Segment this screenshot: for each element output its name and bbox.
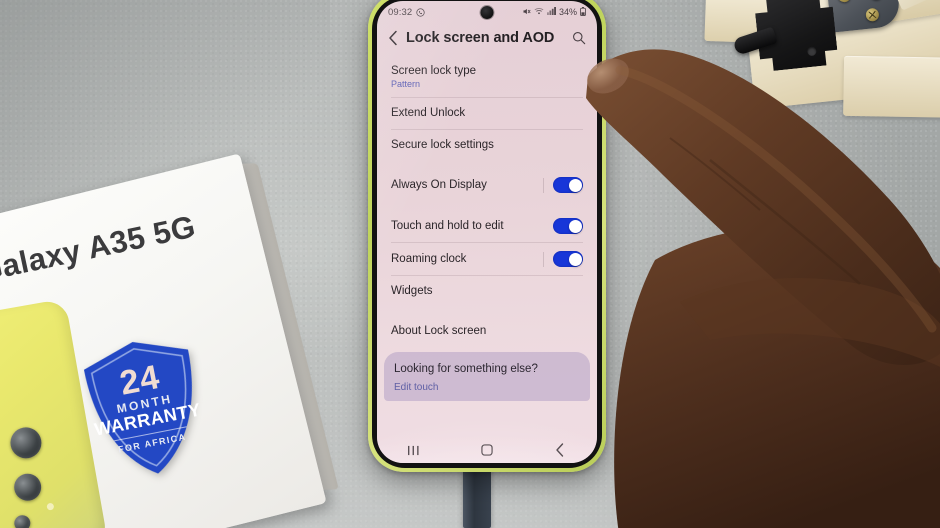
toggle-separator [543,177,544,193]
page-title: Lock screen and AOD [406,30,555,46]
setting-label: Secure lock settings [391,138,494,151]
row-text: About Lock screen [391,324,583,338]
battery-icon [580,6,586,18]
row-text: Widgets [391,284,583,298]
recents-icon[interactable] [394,440,434,460]
setting-label: About Lock screen [391,324,487,337]
row-text: Secure lock settings [391,138,583,152]
setting-label: Touch and hold to edit [391,219,504,232]
camera-flash [46,502,55,511]
battery-percent: 34% [558,7,577,17]
setting-label: Always On Display [391,178,487,191]
setting-label: Screen lock type [391,65,477,77]
back-chevron-icon[interactable] [388,30,398,46]
status-bar: 09:32 34% [377,1,597,23]
setting-sublabel: Pattern [391,79,421,90]
camera-lens-3 [13,513,32,528]
status-time: 09:32 [388,6,413,18]
whatsapp-icon [416,7,425,17]
setting-label: Extend Unlock [391,107,466,120]
mute-icon [522,7,531,18]
row-text: Roaming clock [391,252,543,266]
status-indicators: 34% [522,6,586,18]
row-text: Always On Display [391,178,543,192]
row-text: Screen lock type Pattern [391,64,583,89]
home-icon[interactable] [467,440,507,460]
hand [560,40,940,528]
screw-1 [837,0,852,3]
setting-label: Widgets [391,285,433,298]
screw-3 [865,7,880,22]
camera-lens-2 [12,471,44,503]
signal-icon [547,7,556,17]
row-text: Extend Unlock [391,106,583,120]
toggle-separator [543,251,544,267]
camera-lens-1 [7,424,44,461]
scene-root: Galaxy A35 5G 24 MONTH WARRANTY FOR AFRI… [0,0,940,528]
wifi-icon [534,7,544,17]
charging-cable [463,466,491,528]
promo-subtitle: Edit touch [394,381,439,393]
setting-label: Roaming clock [391,252,467,265]
punch-hole-camera [480,6,494,19]
row-text: Touch and hold to edit [391,219,553,233]
promo-title: Looking for something else? [394,362,538,375]
